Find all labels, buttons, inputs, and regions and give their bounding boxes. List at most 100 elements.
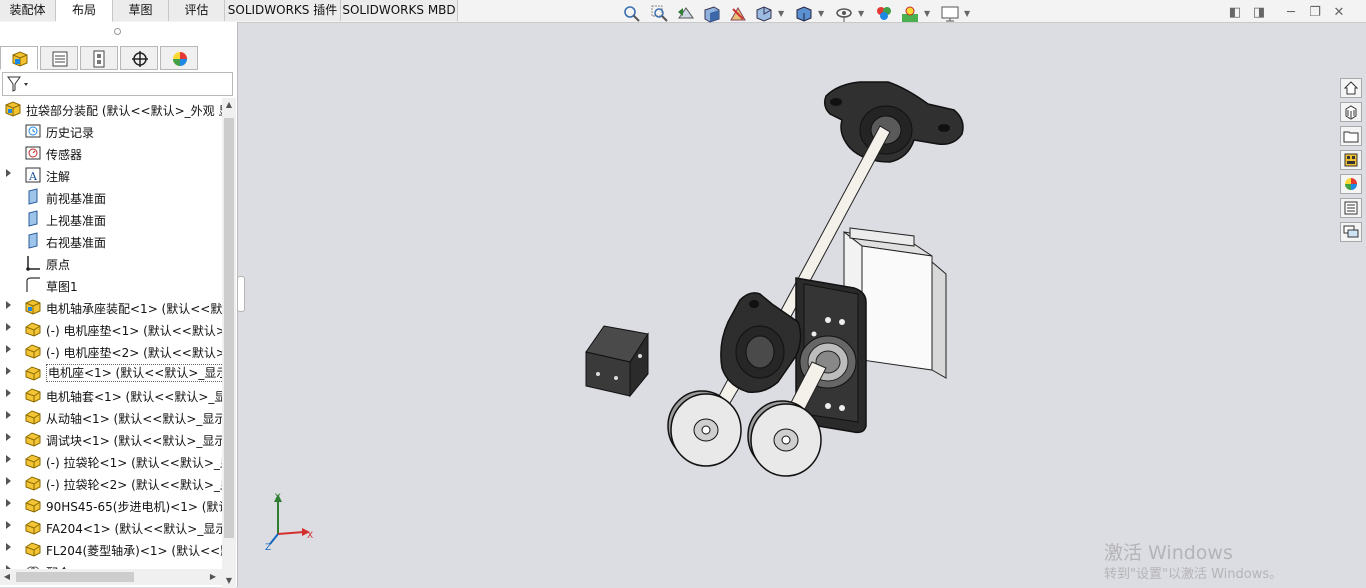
expand-arrow-icon[interactable] xyxy=(6,367,11,375)
tree-node-12[interactable]: 电机轴套<1> (默认<<默认>_显 xyxy=(0,384,222,406)
featuremanager-tree-icon[interactable] xyxy=(0,46,38,70)
tree-node-label: 从动轴<1> (默认<<默认>_显示 xyxy=(46,412,222,426)
tree-node-18[interactable]: FA204<1> (默认<<默认>_显示 xyxy=(0,516,222,538)
expand-arrow-icon[interactable] xyxy=(6,521,11,529)
tree-node-13[interactable]: 从动轴<1> (默认<<默认>_显示 xyxy=(0,406,222,428)
dimxpertmanager-icon[interactable] xyxy=(120,46,158,70)
scroll-left-arrow[interactable]: ◀ xyxy=(0,570,14,584)
tree-node-4[interactable]: 上视基准面 xyxy=(0,208,222,230)
apply-scene-icon[interactable] xyxy=(900,4,920,24)
tree-node-9[interactable]: (-) 电机座垫<1> (默认<<默认> xyxy=(0,318,222,340)
horizontal-scroll-thumb[interactable] xyxy=(16,572,134,582)
scroll-up-arrow[interactable]: ▲ xyxy=(222,98,236,112)
tree-node-16[interactable]: (-) 拉袋轮<2> (默认<<默认>_显 xyxy=(0,472,222,494)
tree-node-label: 注解 xyxy=(46,170,71,184)
tree-vertical-scrollbar[interactable]: ▲ ▼ xyxy=(222,98,236,588)
expand-arrow-icon[interactable] xyxy=(6,169,11,177)
scroll-down-arrow[interactable]: ▼ xyxy=(222,574,236,588)
debug-block[interactable] xyxy=(585,325,649,398)
tree-node-6[interactable]: 原点 xyxy=(0,252,222,274)
expand-arrow-icon[interactable] xyxy=(6,477,11,485)
propertymanager-icon[interactable] xyxy=(40,46,78,70)
scroll-right-arrow[interactable]: ▶ xyxy=(206,570,220,584)
tree-node-label: FL204(菱型轴承)<1> (默认<<默 xyxy=(46,544,222,558)
tree-node-label: 右视基准面 xyxy=(46,236,107,250)
tree-node-11[interactable]: 电机座<1> (默认<<默认>_显示 xyxy=(0,362,222,384)
view-orientation-icon[interactable] xyxy=(754,4,774,24)
tab-4[interactable]: SOLIDWORKS 插件 xyxy=(225,0,341,21)
feature-tree: 拉袋部分装配 (默认<<默认>_外观 显示历史记录 传感器 A 注解 前视基准面上视基准… xyxy=(0,98,222,586)
part-icon xyxy=(24,518,42,536)
edit-appearance-icon[interactable] xyxy=(874,4,894,24)
restore-icon[interactable]: ❐ xyxy=(1306,4,1324,22)
filter-icon xyxy=(7,76,28,92)
solidworks-resources-icon[interactable] xyxy=(1340,78,1362,98)
zoom-to-fit-icon[interactable] xyxy=(622,4,642,24)
tree-horizontal-scrollbar[interactable]: ◀ ▶ xyxy=(0,569,222,585)
close-icon[interactable]: ✕ xyxy=(1330,4,1348,22)
tree-node-14[interactable]: 调试块<1> (默认<<默认>_显示 xyxy=(0,428,222,450)
expand-arrow-icon[interactable] xyxy=(6,455,11,463)
tab-2[interactable]: 草图 xyxy=(113,0,169,21)
file-explorer-icon[interactable] xyxy=(1340,126,1362,146)
tree-filter-input[interactable] xyxy=(2,72,233,96)
tree-node-2[interactable]: A 注解 xyxy=(0,164,222,186)
section-view-icon[interactable] xyxy=(702,4,722,24)
watermark-title: 激活 Windows xyxy=(1104,542,1233,564)
vertical-scroll-thumb[interactable] xyxy=(224,118,234,538)
tree-node-root[interactable]: 拉袋部分装配 (默认<<默认>_外观 显示 xyxy=(0,98,222,120)
tree-node-label: (-) 拉袋轮<2> (默认<<默认>_显 xyxy=(46,478,222,492)
forum-icon[interactable] xyxy=(1340,222,1362,242)
minimize-icon[interactable]: ─ xyxy=(1282,4,1300,22)
configurationmanager-icon[interactable] xyxy=(80,46,118,70)
appearances-icon[interactable] xyxy=(1340,174,1362,194)
expand-arrow-icon[interactable] xyxy=(6,499,11,507)
tab-3[interactable]: 评估 xyxy=(169,0,225,21)
part-icon xyxy=(24,320,42,338)
previous-view-icon[interactable] xyxy=(676,4,696,24)
view-palette-icon[interactable] xyxy=(1340,150,1362,170)
tree-node-label: 上视基准面 xyxy=(46,214,107,228)
dynamic-annotation-icon[interactable] xyxy=(728,4,748,24)
expand-arrow-icon[interactable] xyxy=(6,389,11,397)
tree-node-10[interactable]: (-) 电机座垫<2> (默认<<默认> xyxy=(0,340,222,362)
tree-node-label: (-) 拉袋轮<1> (默认<<默认>_显 xyxy=(46,456,222,470)
part-icon xyxy=(24,386,42,404)
expand-arrow-icon[interactable] xyxy=(6,433,11,441)
tab-5[interactable]: SOLIDWORKS MBD xyxy=(341,0,458,21)
tree-node-5[interactable]: 右视基准面 xyxy=(0,230,222,252)
expand-arrow-icon[interactable] xyxy=(6,323,11,331)
design-library-icon[interactable] xyxy=(1340,102,1362,122)
view-settings-icon[interactable] xyxy=(940,4,960,24)
panel-left-icon[interactable]: ◧ xyxy=(1226,4,1244,22)
bearing-block-top[interactable] xyxy=(823,81,964,163)
panel-grip[interactable] xyxy=(0,22,237,44)
zoom-to-area-icon[interactable] xyxy=(650,4,670,24)
tree-node-3[interactable]: 前视基准面 xyxy=(0,186,222,208)
tree-node-17[interactable]: 90HS45-65(步进电机)<1> (默认 xyxy=(0,494,222,516)
tab-0[interactable]: 装配体 xyxy=(0,0,56,21)
tab-1[interactable]: 布局 xyxy=(56,0,113,22)
panel-right-icon[interactable]: ◨ xyxy=(1250,4,1268,22)
display-style-icon[interactable] xyxy=(794,4,814,24)
expand-arrow-icon[interactable] xyxy=(6,345,11,353)
tree-node-0[interactable]: 历史记录 xyxy=(0,120,222,142)
part-icon xyxy=(24,364,42,382)
assembly-icon xyxy=(4,100,22,118)
custom-properties-icon[interactable] xyxy=(1340,198,1362,218)
graphics-area[interactable]: Y X Z xyxy=(238,22,1340,587)
part-icon xyxy=(24,430,42,448)
tree-node-8[interactable]: 电机轴承座装配<1> (默认<<默认 xyxy=(0,296,222,318)
displaymanager-icon[interactable] xyxy=(160,46,198,70)
tree-node-label: 调试块<1> (默认<<默认>_显示 xyxy=(46,434,222,448)
expand-arrow-icon[interactable] xyxy=(6,301,11,309)
hide-show-items-icon[interactable] xyxy=(834,4,854,24)
tree-node-label: 草图1 xyxy=(46,280,78,294)
tree-node-19[interactable]: FL204(菱型轴承)<1> (默认<<默 xyxy=(0,538,222,560)
expand-arrow-icon[interactable] xyxy=(6,411,11,419)
expand-arrow-icon[interactable] xyxy=(6,543,11,551)
tree-node-15[interactable]: (-) 拉袋轮<1> (默认<<默认>_显 xyxy=(0,450,222,472)
tree-node-7[interactable]: 草图1 xyxy=(0,274,222,296)
tree-node-label: 拉袋部分装配 (默认<<默认>_外观 显示 xyxy=(26,104,222,118)
tree-node-1[interactable]: 传感器 xyxy=(0,142,222,164)
